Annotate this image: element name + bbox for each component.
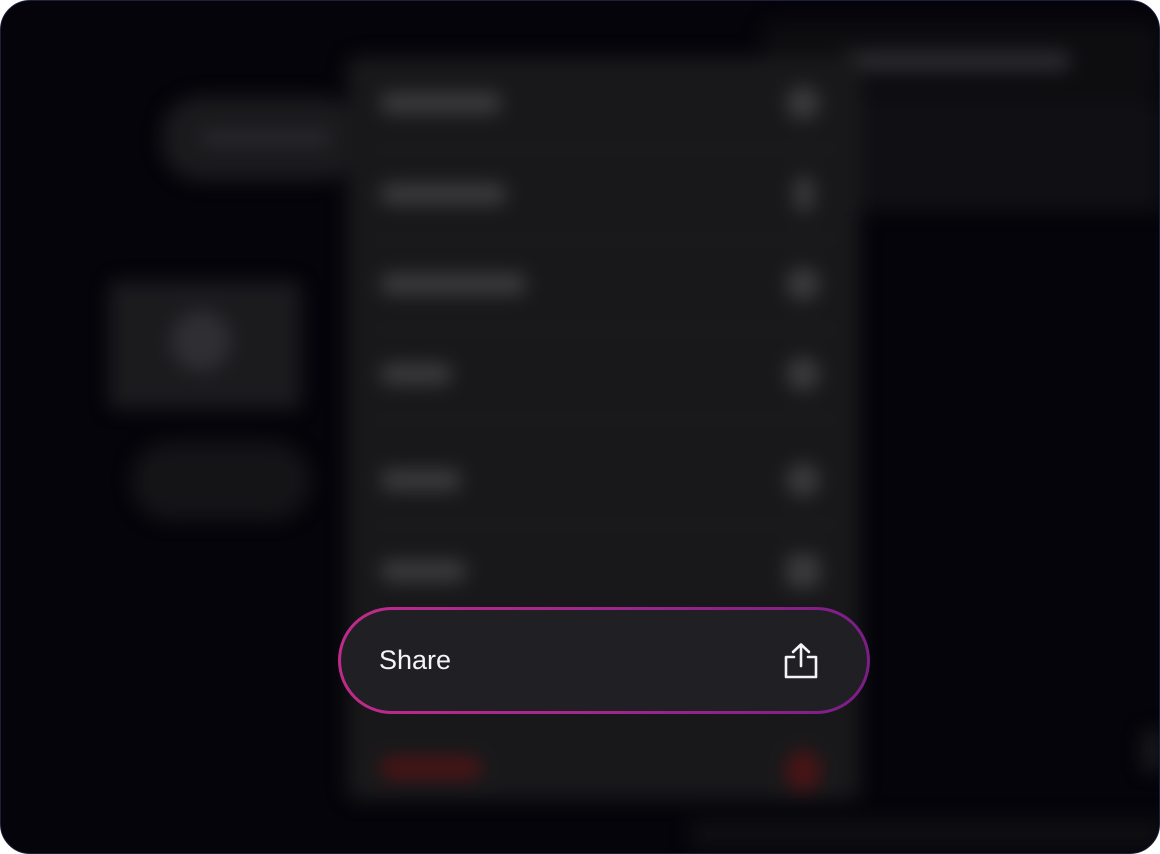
menu-item-4[interactable] — [346, 329, 861, 419]
tag-icon — [786, 357, 820, 391]
menu-item-2[interactable] — [346, 149, 861, 239]
menu-item-3-label — [381, 273, 526, 295]
share-menu-item[interactable]: Share — [338, 607, 870, 714]
menu-item-5[interactable] — [346, 435, 861, 525]
background-search-text — [201, 131, 331, 145]
background-right-panel — [861, 101, 1159, 211]
menu-item-1-label — [381, 92, 501, 114]
duplicate-icon — [786, 267, 820, 301]
menu-item-3[interactable] — [346, 239, 861, 329]
menu-item-4-label — [381, 363, 451, 385]
menu-item-6[interactable] — [346, 526, 861, 616]
share-menu-item-body[interactable]: Share — [341, 610, 867, 711]
trash-icon — [786, 751, 820, 791]
pencil-icon — [794, 177, 814, 211]
share-icon — [784, 642, 818, 678]
info-icon — [786, 86, 820, 120]
menu-item-delete-label — [381, 757, 481, 779]
background-top-bar-text — [841, 51, 1071, 71]
menu-item-5-label — [381, 469, 461, 491]
menu-item-1[interactable] — [346, 58, 861, 148]
background-pill — [131, 441, 311, 521]
screen-frame: Share — [0, 0, 1160, 854]
background-bottom-strip — [691, 819, 1159, 849]
share-label: Share — [379, 645, 452, 675]
blurred-background — [1, 1, 1159, 853]
menu-separator — [371, 419, 841, 420]
chat-icon — [786, 463, 820, 497]
background-thumbnail-glyph — [171, 311, 231, 371]
menu-item-2-label — [381, 183, 506, 205]
menu-item-6-label — [381, 560, 466, 582]
folder-icon — [786, 554, 820, 588]
background-right-edge — [1143, 731, 1159, 771]
menu-item-delete[interactable] — [346, 723, 861, 813]
